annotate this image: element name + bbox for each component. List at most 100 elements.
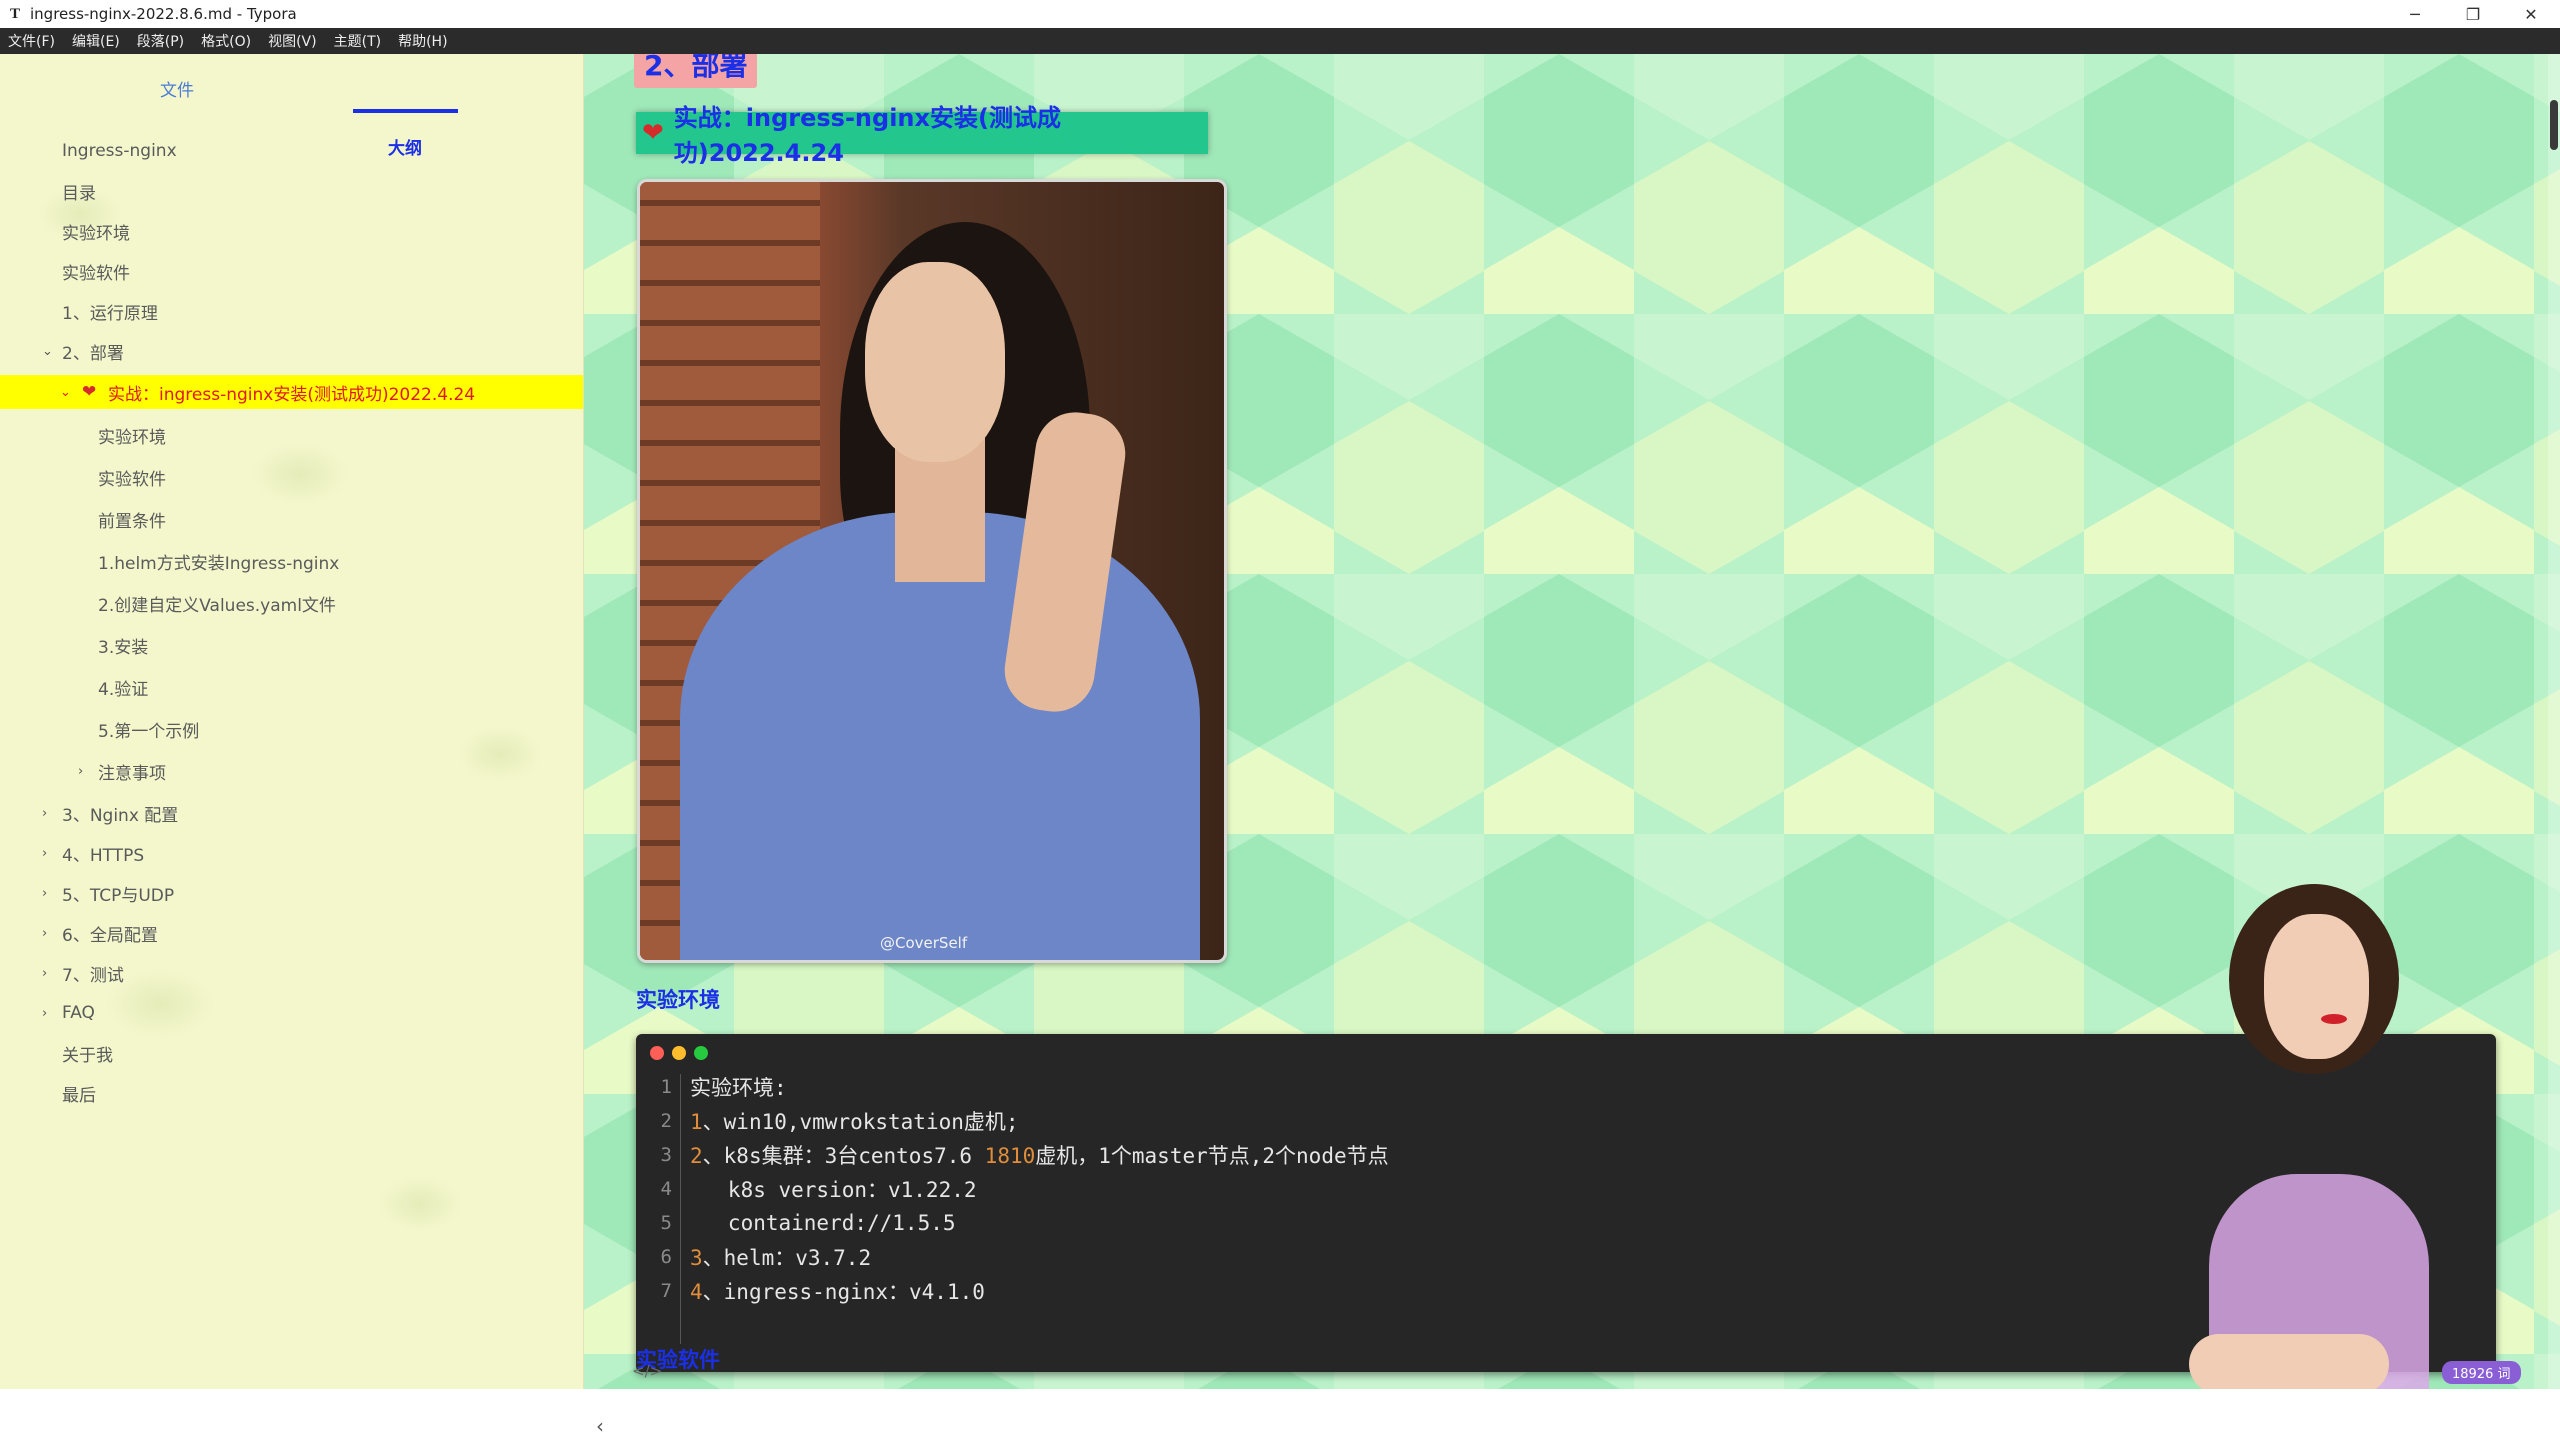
- outline-item[interactable]: 5.第一个示例: [0, 712, 583, 746]
- menu-theme[interactable]: 主题(T): [326, 31, 390, 51]
- outline-item[interactable]: 关于我: [0, 1036, 583, 1070]
- code-token: 、k8s集群：3台centos7.6: [702, 1144, 985, 1168]
- line-number: 7: [660, 1280, 672, 1302]
- typora-app-icon: T: [9, 5, 20, 22]
- close-button[interactable]: ✕: [2502, 0, 2560, 28]
- code-text: 4、ingress-nginx：v4.1.0: [690, 1276, 985, 1306]
- photo-watermark: @CoverSelf: [880, 934, 968, 952]
- chevron-right-icon[interactable]: ›: [42, 966, 47, 981]
- portrait-arm: [2189, 1334, 2389, 1389]
- heading-ingress-install[interactable]: ❤ 实战：ingress-nginx安装(测试成功)2022.4.24: [636, 104, 1208, 167]
- outline-item-label: 6、全局配置: [62, 925, 158, 946]
- background-portrait: [2189, 874, 2459, 1389]
- restore-button[interactable]: ❐: [2444, 0, 2502, 28]
- chevron-right-icon[interactable]: ›: [42, 926, 47, 941]
- menu-view[interactable]: 视图(V): [260, 31, 326, 51]
- outline-item-label: Ingress-nginx: [62, 141, 177, 161]
- outline-item[interactable]: 1.helm方式安装Ingress-nginx: [0, 544, 583, 578]
- menu-edit[interactable]: 编辑(E): [64, 31, 129, 51]
- outline-item[interactable]: Ingress-nginx: [0, 134, 583, 168]
- outline-item-label: 7、测试: [62, 965, 124, 986]
- outline-item[interactable]: › FAQ: [0, 996, 583, 1030]
- outline-item[interactable]: › 6、全局配置: [0, 916, 583, 950]
- outline-item-label: 实验环境: [98, 427, 166, 448]
- outline-item-label: 5、TCP与UDP: [62, 885, 175, 906]
- chevron-down-icon[interactable]: ⌄: [60, 385, 71, 400]
- outline-item[interactable]: › 注意事项: [0, 754, 583, 788]
- outline-item-label: 最后: [62, 1085, 96, 1106]
- editor-scrollbar[interactable]: [2548, 54, 2560, 1389]
- code-token: 实验环境:: [690, 1076, 787, 1100]
- outline-item[interactable]: 2.创建自定义Values.yaml文件: [0, 586, 583, 620]
- code-token: containerd://1.5.5: [690, 1211, 956, 1235]
- outline-item[interactable]: ⌄ ❤ 实战：ingress-nginx安装(测试成功)2022.4.24: [0, 375, 583, 409]
- embedded-photo[interactable]: @CoverSelf: [637, 179, 1227, 963]
- menu-file[interactable]: 文件(F): [0, 31, 64, 51]
- active-tab-indicator: [353, 109, 458, 113]
- outline-item[interactable]: 目录: [0, 174, 583, 208]
- title-bar: T ingress-nginx-2022.8.6.md - Typora ─ ❐…: [0, 0, 2560, 28]
- outline-item[interactable]: 实验软件: [0, 460, 583, 494]
- chevron-right-icon[interactable]: ›: [42, 846, 47, 861]
- line-number: 1: [660, 1076, 672, 1098]
- chevron-down-icon[interactable]: ⌄: [42, 344, 53, 359]
- sidebar-tabs: 文件 大纲: [0, 54, 583, 159]
- outline-item[interactable]: › 5、TCP与UDP: [0, 876, 583, 910]
- menu-help[interactable]: 帮助(H): [390, 31, 456, 51]
- outline-item-label: 前置条件: [98, 511, 166, 532]
- code-token: 、ingress-nginx：v4.1.0: [702, 1280, 985, 1304]
- outline-item[interactable]: 最后: [0, 1076, 583, 1110]
- outline-item-label: 实验软件: [98, 469, 166, 490]
- outline-item-label: 5.第一个示例: [98, 721, 200, 742]
- collapse-sidebar-icon[interactable]: ‹: [596, 1414, 604, 1438]
- heading-env[interactable]: 实验环境: [636, 984, 720, 1014]
- source-mode-icon[interactable]: </>: [632, 1362, 662, 1380]
- chevron-right-icon[interactable]: ›: [78, 764, 83, 779]
- code-number-token: 4: [690, 1280, 703, 1304]
- outline-item-label: 实验软件: [62, 263, 130, 284]
- outline-item[interactable]: 实验环境: [0, 418, 583, 452]
- word-count-badge[interactable]: 18926 词: [2442, 1361, 2521, 1384]
- outline-item[interactable]: › 7、测试: [0, 956, 583, 990]
- chevron-right-icon[interactable]: ›: [42, 1006, 47, 1021]
- outline-item-label: 3.安装: [98, 637, 149, 658]
- minimize-button[interactable]: ─: [2386, 0, 2444, 28]
- outline-item[interactable]: 实验软件: [0, 254, 583, 288]
- line-number: 4: [660, 1178, 672, 1200]
- outline-item[interactable]: 1、运行原理: [0, 294, 583, 328]
- outline-item[interactable]: › 4、HTTPS: [0, 836, 583, 870]
- outline-item-label: FAQ: [62, 1003, 95, 1023]
- menu-format[interactable]: 格式(O): [193, 31, 260, 51]
- code-number-token: 1810: [984, 1144, 1036, 1168]
- outline-item-label: 4.验证: [98, 679, 149, 700]
- portrait-lips: [2321, 1014, 2347, 1024]
- photo-face: [865, 262, 1005, 462]
- code-text: 3、helm：v3.7.2: [690, 1242, 871, 1272]
- outline-item-label: 2、部署: [62, 343, 124, 364]
- outline-item[interactable]: 3.安装: [0, 628, 583, 662]
- dot-green: [694, 1046, 708, 1060]
- outline-item[interactable]: 4.验证: [0, 670, 583, 704]
- dot-yellow: [672, 1046, 686, 1060]
- heart-icon: ❤: [642, 118, 664, 148]
- code-text: 1、win10,vmwrokstation虚机;: [690, 1106, 1019, 1136]
- line-number: 2: [660, 1110, 672, 1132]
- outline-item[interactable]: ⌄ 2、部署: [0, 334, 583, 368]
- outline-item[interactable]: › 3、Nginx 配置: [0, 796, 583, 830]
- code-text: containerd://1.5.5: [690, 1211, 956, 1235]
- heart-icon: ❤: [82, 382, 97, 402]
- editor-area[interactable]: 2、部署 ❤ 实战：ingress-nginx安装(测试成功)2022.4.24…: [584, 54, 2560, 1389]
- heading-deploy[interactable]: 2、部署: [634, 54, 758, 88]
- line-number: 3: [660, 1144, 672, 1166]
- menu-paragraph[interactable]: 段落(P): [129, 31, 193, 51]
- tab-files[interactable]: 文件: [160, 76, 194, 101]
- chevron-right-icon[interactable]: ›: [42, 806, 47, 821]
- chevron-right-icon[interactable]: ›: [42, 886, 47, 901]
- code-text: k8s version：v1.22.2: [690, 1174, 977, 1204]
- outline-item-label: 注意事项: [98, 763, 166, 784]
- outline-item-label: 1.helm方式安装Ingress-nginx: [98, 553, 340, 574]
- line-number: 6: [660, 1246, 672, 1268]
- outline-item[interactable]: 实验环境: [0, 214, 583, 248]
- scrollbar-thumb[interactable]: [2550, 100, 2558, 150]
- outline-item[interactable]: 前置条件: [0, 502, 583, 536]
